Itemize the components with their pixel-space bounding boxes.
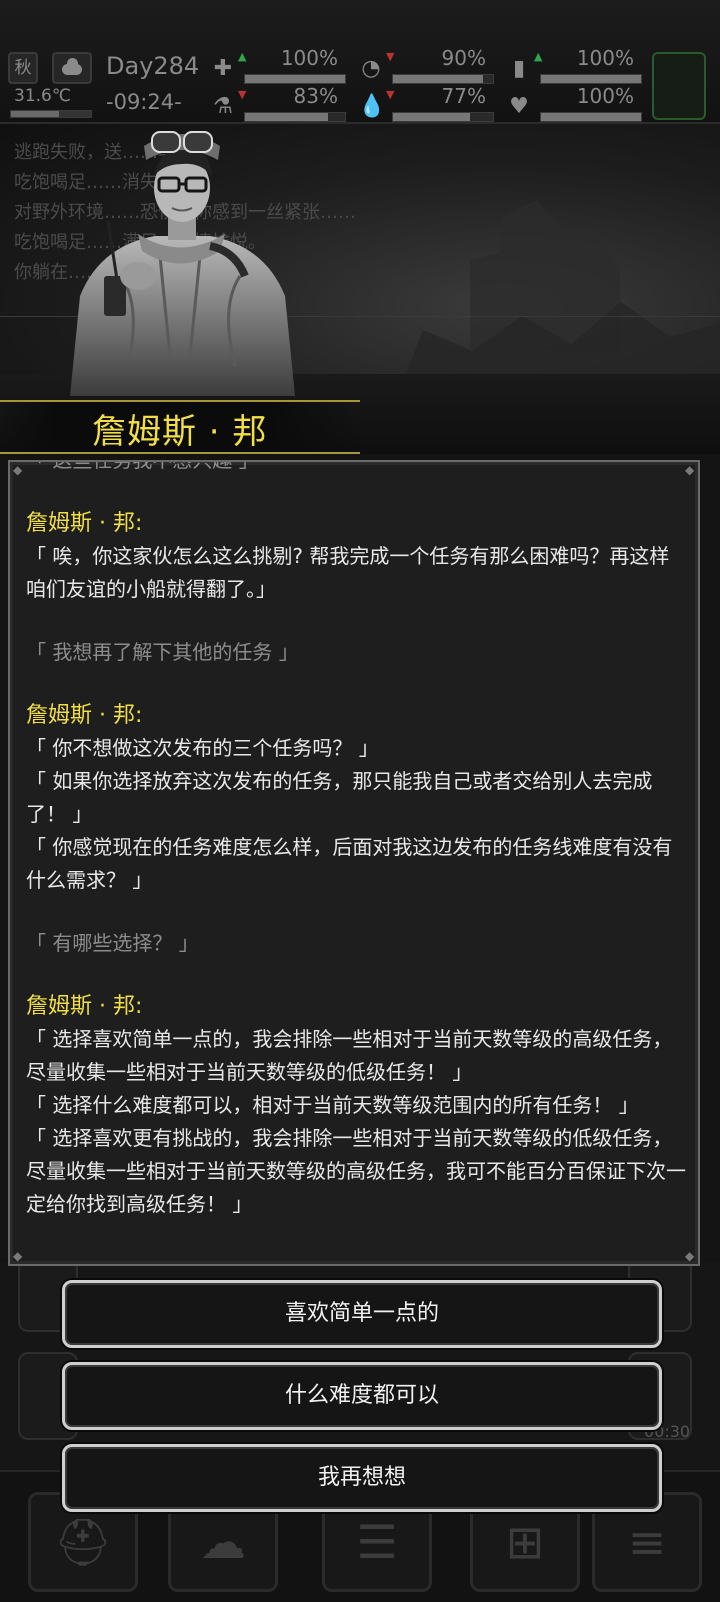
heart-icon: ♥ — [509, 94, 529, 119]
stat-bar — [392, 112, 494, 122]
dialogue-box[interactable]: ◆ ◆ ◆ ◆ 「 这些任务我不感兴趣 」 詹姆斯 · 邦: 「 唉，你这家伙怎么… — [8, 460, 700, 1266]
npc-speech-line: 「 选择什么难度都可以，相对于当前天数等级范围内的所有任务！ 」 — [26, 1093, 639, 1117]
rivet-icon: ◆ — [685, 463, 695, 477]
stat-battery: ▮ ▲ 100% — [506, 46, 642, 86]
stat-value: 100% — [576, 84, 634, 108]
character-portrait — [70, 131, 295, 396]
trend-down-icon: ▼ — [238, 88, 247, 101]
npc-speech-line: 「 唉，你这家伙怎么这么挑剔? 帮我完成一个任务有那么困难吗？再这样咱们友谊的小… — [26, 544, 670, 601]
player-reply: 「 我想再了解下其他的任务 」 — [26, 640, 299, 664]
player-reply: 「 有哪些选择？ 」 — [26, 931, 199, 955]
speaker-name: 詹姆斯 · 邦: — [26, 994, 143, 1019]
speaker-name: 詹姆斯 · 邦: — [26, 703, 143, 728]
trend-up-icon: ▲ — [238, 50, 247, 63]
rivet-icon: ◆ — [685, 1249, 695, 1263]
stat-value: 100% — [280, 46, 338, 70]
stat-stomach: ◔ ▼ 90% — [358, 46, 494, 86]
npc-speech-line: 「 你不想做这次发布的三个任务吗？ 」 — [26, 736, 379, 760]
medkit-icon: ✚ — [213, 56, 233, 81]
stat-flask: ⚗ ▼ 83% — [210, 84, 346, 124]
trend-down-icon: ▼ — [386, 88, 395, 101]
npc-speech-line: 「 如果你选择放弃这次发布的任务，那只能我自己或者交给别人去完成了！ 」 — [26, 769, 653, 826]
status-bar: 秋 31.6℃ Day284 -09:24- ✚ ▲ 100% ◔ ▼ 90% ▮ ▲ 100%… — [0, 0, 720, 124]
stat-water-drop: 💧 ▼ 77% — [358, 84, 494, 124]
stat-bar — [540, 74, 642, 84]
day-counter: Day284 — [106, 52, 200, 80]
character-nameplate: 詹姆斯 · 邦 — [0, 400, 360, 454]
rivet-icon: ◆ — [13, 1249, 23, 1263]
minimap-button[interactable] — [652, 52, 706, 120]
previous-player-reply: 「 这些任务我不感兴趣 」 — [26, 460, 259, 472]
rivet-icon: ◆ — [13, 463, 23, 477]
stat-value: 77% — [441, 84, 486, 108]
stat-value: 83% — [293, 84, 338, 108]
battery-icon: ▮ — [512, 56, 526, 81]
water-drop-icon: 💧 — [358, 94, 386, 119]
trend-down-icon: ▼ — [386, 50, 395, 63]
stat-value: 90% — [441, 46, 486, 70]
speaker-name: 詹姆斯 · 邦: — [26, 511, 143, 536]
npc-speech-line: 「 选择喜欢更有挑战的，我会排除一些相对于当前天数等级的低级任务，尽量收集一些相… — [26, 1126, 686, 1216]
npc-speech-line: 「 选择喜欢简单一点的，我会排除一些相对于当前天数等级的高级任务，尽量收集一些相… — [26, 1027, 673, 1084]
temperature-text: 31.6℃ — [14, 86, 71, 106]
season-badge: 秋 — [8, 52, 38, 84]
choice-button-any[interactable]: 什么难度都可以 — [62, 1362, 662, 1430]
stat-heart: ♥ 100% — [506, 84, 642, 124]
choice-button-think[interactable]: 我再想想 — [62, 1444, 662, 1512]
trend-up-icon: ▲ — [534, 50, 543, 63]
choice-button-easy[interactable]: 喜欢简单一点的 — [62, 1280, 662, 1348]
clock-time: -09:24- — [106, 90, 182, 114]
temperature-bar — [10, 110, 92, 118]
stat-bar — [392, 74, 494, 84]
flask-icon: ⚗ — [213, 94, 233, 119]
stat-bar — [540, 112, 642, 122]
stat-value: 100% — [576, 46, 634, 70]
stat-bar — [244, 112, 346, 122]
character-name: 詹姆斯 · 邦 — [92, 412, 268, 452]
cloudy-weather-icon — [52, 52, 92, 84]
stat-medkit: ✚ ▲ 100% — [210, 46, 346, 86]
npc-speech-line: 「 你感觉现在的任务难度怎么样，后面对我这边发布的任务线难度有没有什么需求？ 」 — [26, 835, 673, 892]
stat-bar — [244, 74, 346, 84]
stomach-icon: ◔ — [361, 56, 381, 81]
